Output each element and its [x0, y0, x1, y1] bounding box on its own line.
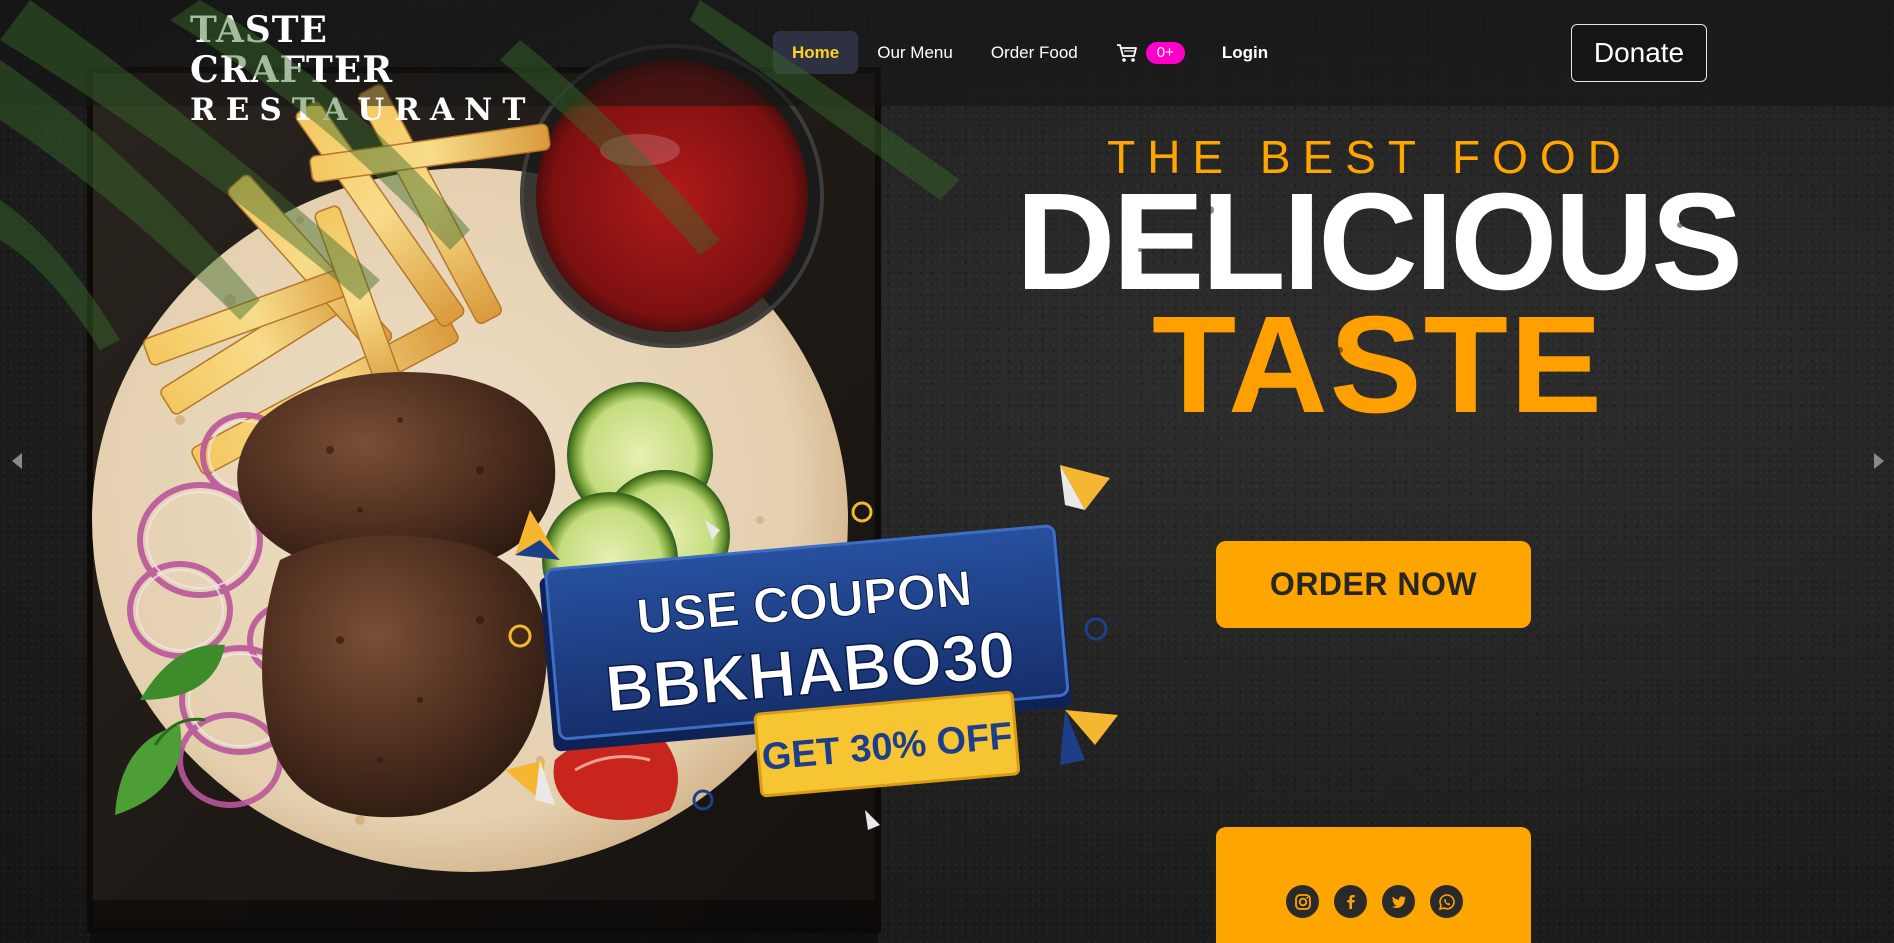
nav-home[interactable]: Home [773, 31, 859, 74]
donate-button[interactable]: Donate [1571, 24, 1707, 82]
carousel-prev-arrow[interactable] [10, 452, 24, 470]
whatsapp-icon[interactable] [1430, 885, 1463, 918]
nav-order-food[interactable]: Order Food [972, 31, 1097, 74]
social-icons [1286, 885, 1463, 918]
login-link[interactable]: Login [1204, 31, 1286, 74]
nav-links: Home Our Menu Order Food 0+ Login [773, 31, 1286, 74]
top-navbar: TASTE CRAFTER RESTAURANT Home Our Menu O… [0, 0, 1894, 128]
cart-count-badge: 0+ [1145, 41, 1185, 64]
order-now-button[interactable]: ORDER NOW [1216, 541, 1531, 628]
hero-food-image: USE COUPON BBKHABO30 GET 30% OFF [87, 44, 1118, 943]
brand-logo[interactable]: TASTE CRAFTER RESTAURANT [190, 9, 536, 130]
nav-our-menu[interactable]: Our Menu [858, 31, 972, 74]
hero-title-line2: TASTE [1151, 288, 1605, 442]
cart-icon [1116, 43, 1137, 62]
brand-name-line2: RESTAURANT [190, 92, 536, 128]
instagram-icon[interactable] [1286, 885, 1319, 918]
cart-button[interactable]: 0+ [1097, 31, 1204, 74]
carousel-next-arrow[interactable] [1872, 452, 1886, 470]
twitter-icon[interactable] [1382, 885, 1415, 918]
facebook-icon[interactable] [1334, 885, 1367, 918]
brand-name-line1: TASTE CRAFTER [190, 9, 394, 91]
social-card [1216, 827, 1531, 943]
